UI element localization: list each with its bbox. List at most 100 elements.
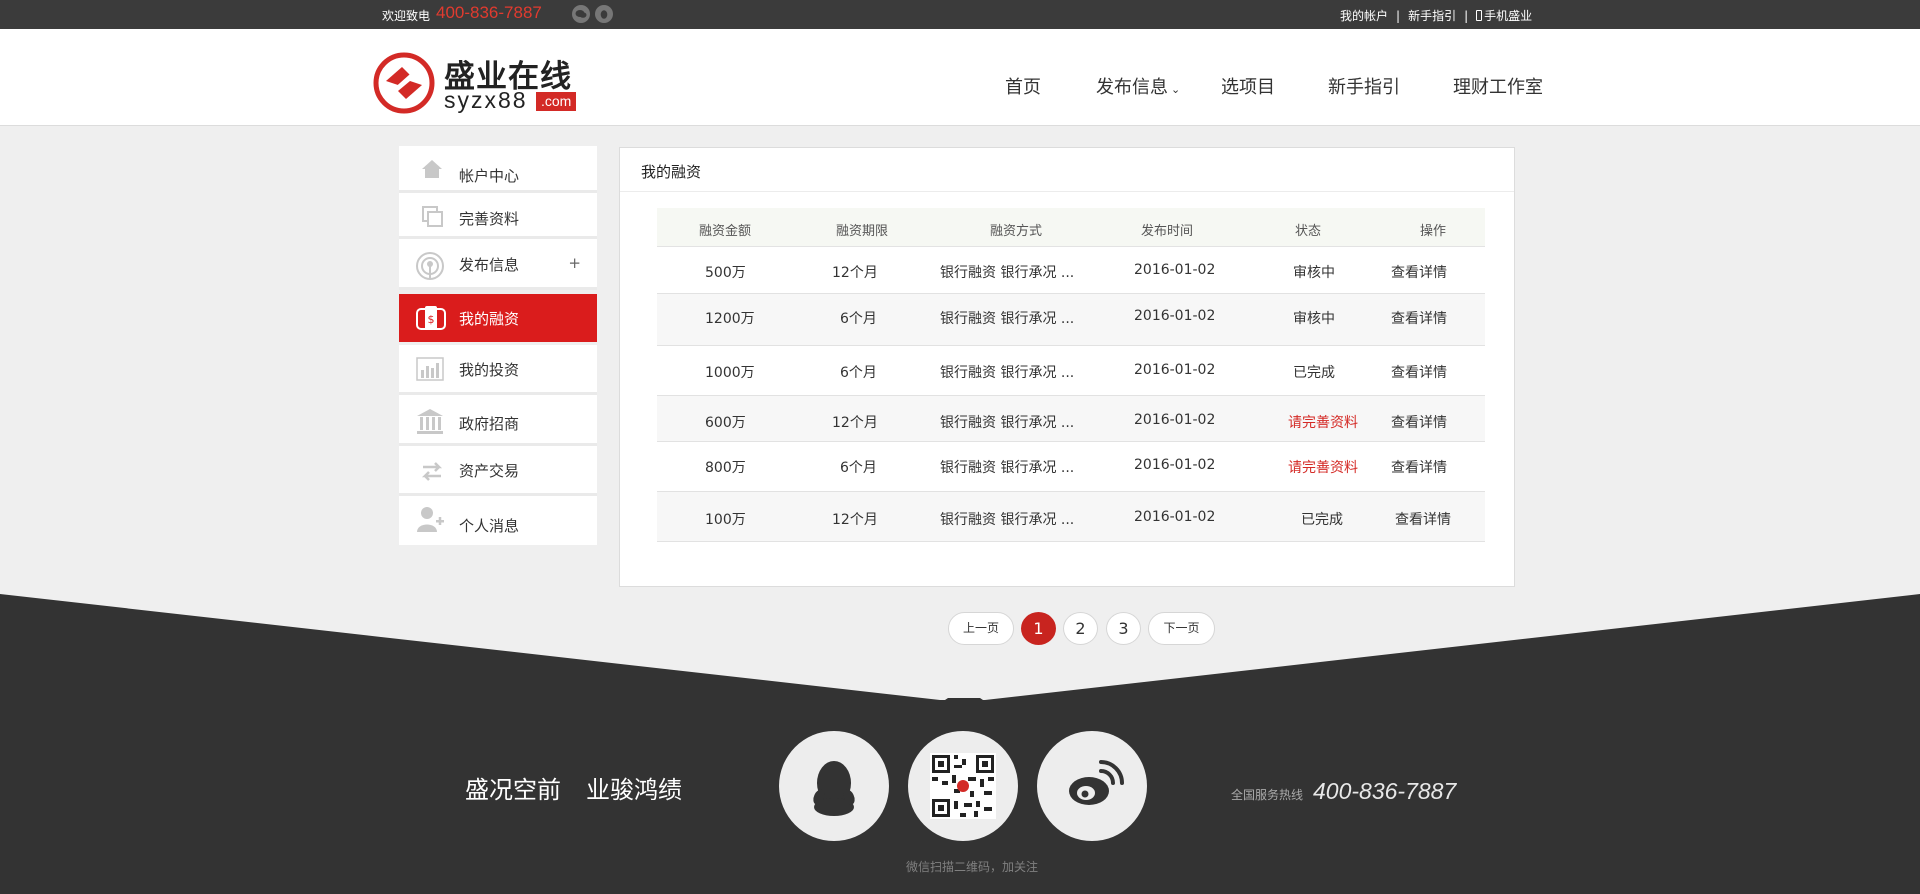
qq-icon[interactable] [595, 5, 613, 23]
sidebar-item-label: 完善资料 [459, 210, 520, 228]
next-page-button[interactable]: 下一页 [1148, 612, 1215, 645]
welcome-text: 欢迎致电 [382, 9, 431, 23]
weibo-icon[interactable] [1037, 731, 1147, 841]
method-cell: 银行融资 银行承况 ... [940, 512, 1075, 528]
qr-caption: 微信扫描二维码，加关注 [906, 860, 1039, 874]
date-cell: 2016-01-02 [1134, 308, 1216, 324]
top-links: 我的帐户 | 新手指引 | 手机盛业 [1340, 9, 1533, 23]
view-details-link[interactable]: 查看详情 [1391, 412, 1447, 432]
view-details-link[interactable]: 查看详情 [1391, 308, 1447, 328]
column-header: 融资期限 [836, 224, 889, 239]
sidebar-item-asset-trading[interactable]: 资产交易 [399, 446, 597, 496]
footer-hotline-label: 全国服务热线 [1231, 788, 1304, 802]
government-icon [417, 409, 443, 434]
page-button-current[interactable]: 1 [1021, 612, 1056, 645]
view-details-link[interactable]: 查看详情 [1391, 362, 1447, 382]
mobile-link[interactable]: 手机盛业 [1484, 9, 1532, 23]
exchange-icon [421, 462, 443, 481]
view-details-link[interactable]: 查看详情 [1395, 509, 1451, 529]
sidebar-item-label: 帐户中心 [459, 167, 520, 185]
sidebar-item-label: 我的投资 [459, 361, 520, 379]
sidebar-item-label: 个人消息 [459, 517, 520, 535]
status-cell: 已完成 [1301, 512, 1343, 528]
beginner-guide-link[interactable]: 新手指引 [1408, 9, 1456, 23]
header: 盛业在线 syzx88 .com 首页 发布信息 ⌄ 选项目 新手指引 理财工作室 [0, 29, 1920, 126]
phone-icon [1476, 10, 1483, 21]
qq-icon[interactable] [779, 731, 889, 841]
sidebar-item-messages[interactable]: 个人消息 [399, 496, 597, 545]
top-bar: 欢迎致电 400-836-7887 我的帐户 | 新手指引 | 手机盛业 [0, 0, 1920, 29]
amount-cell: 600万 [705, 415, 746, 431]
date-cell: 2016-01-02 [1134, 262, 1216, 278]
sidebar-item-label: 资产交易 [459, 462, 520, 480]
sidebar-item-government[interactable]: 政府招商 [399, 395, 597, 446]
amount-cell: 1200万 [705, 311, 755, 327]
column-header: 发布时间 [1141, 224, 1194, 239]
prev-page-button[interactable]: 上一页 [948, 612, 1014, 645]
table-row: 100万 12个月 银行融资 银行承况 ... 2016-01-02 已完成 查… [657, 492, 1485, 542]
table-row: 800万 6个月 银行融资 银行承况 ... 2016-01-02 请完善资料 … [657, 442, 1485, 492]
date-cell: 2016-01-02 [1134, 457, 1216, 473]
broadcast-icon [416, 252, 444, 280]
status-cell: 请完善资料 [1288, 460, 1358, 476]
svg-text:$: $ [428, 313, 435, 326]
sidebar-item-my-financing[interactable]: $ 我的融资 [399, 294, 597, 342]
sidebar-item-label: 发布信息 [459, 256, 520, 274]
logo-domain: syzx88 [444, 87, 528, 113]
method-cell: 银行融资 银行承况 ... [940, 365, 1075, 381]
footer-slogan: 业骏鸿绩 [586, 776, 682, 804]
method-cell: 银行融资 银行承况 ... [940, 311, 1075, 327]
date-cell: 2016-01-02 [1134, 412, 1216, 428]
sidebar-item-profile[interactable]: 完善资料 [399, 193, 597, 239]
sidebar-item-label: 政府招商 [459, 415, 520, 433]
view-details-link[interactable]: 查看详情 [1391, 262, 1447, 282]
table-row: 1200万 6个月 银行融资 银行承况 ... 2016-01-02 审核中 查… [657, 294, 1485, 346]
date-cell: 2016-01-02 [1134, 362, 1216, 378]
panel-title: 我的融资 [641, 163, 702, 181]
financing-icon: $ [416, 306, 446, 330]
sidebar-item-my-investment[interactable]: 我的投资 [399, 345, 597, 395]
divider [620, 191, 1514, 192]
logo-mark-icon [373, 52, 435, 114]
chevron-down-icon: ⌄ [1171, 83, 1181, 96]
page-button[interactable]: 3 [1106, 612, 1141, 645]
column-header: 融资方式 [990, 224, 1043, 239]
nav-publish[interactable]: 发布信息 ⌄ [1096, 73, 1180, 99]
date-cell: 2016-01-02 [1134, 509, 1216, 525]
sidebar-item-account[interactable]: 帐户中心 [399, 146, 597, 193]
nav-finance-studio[interactable]: 理财工作室 [1453, 73, 1543, 99]
term-cell: 6个月 [840, 365, 877, 381]
home-icon [422, 160, 442, 178]
user-add-icon [417, 507, 444, 532]
amount-cell: 1000万 [705, 365, 755, 381]
status-cell: 请完善资料 [1288, 415, 1358, 431]
bar-chart-icon [416, 357, 444, 381]
nav-projects[interactable]: 选项目 [1221, 73, 1275, 99]
column-header: 状态 [1295, 224, 1322, 239]
my-account-link[interactable]: 我的帐户 [1340, 9, 1388, 23]
top-hotline: 400-836-7887 [436, 3, 542, 22]
logo[interactable]: 盛业在线 syzx88 .com [372, 51, 587, 117]
method-cell: 银行融资 银行承况 ... [940, 460, 1075, 476]
column-header: 操作 [1420, 224, 1447, 239]
table-row: 1000万 6个月 银行融资 银行承况 ... 2016-01-02 已完成 查… [657, 346, 1485, 396]
status-cell: 审核中 [1293, 311, 1335, 327]
qr-code-icon [908, 731, 1018, 841]
sidebar-item-publish[interactable]: 发布信息 + [399, 239, 597, 290]
wechat-icon[interactable] [572, 5, 590, 23]
term-cell: 12个月 [832, 512, 878, 528]
logo-com: .com [536, 92, 577, 111]
column-header: 融资金额 [699, 224, 752, 239]
amount-cell: 500万 [705, 265, 746, 281]
expand-plus-icon[interactable]: + [568, 254, 581, 272]
amount-cell: 800万 [705, 460, 746, 476]
view-details-link[interactable]: 查看详情 [1391, 457, 1447, 477]
status-cell: 已完成 [1293, 365, 1335, 381]
footer-slogan: 盛况空前 [465, 776, 561, 804]
nav-home[interactable]: 首页 [1005, 73, 1041, 99]
method-cell: 银行融资 银行承况 ... [940, 415, 1075, 431]
nav-guide[interactable]: 新手指引 [1328, 73, 1400, 99]
page-button[interactable]: 2 [1063, 612, 1098, 645]
nav-publish-label: 发布信息 [1096, 77, 1168, 98]
copy-icon [422, 206, 443, 227]
